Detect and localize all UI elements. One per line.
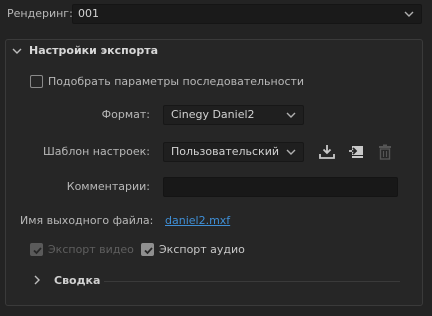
export-audio-checkbox[interactable] — [141, 243, 154, 256]
summary-divider — [104, 281, 400, 282]
import-preset-icon[interactable] — [347, 143, 365, 161]
summary-label[interactable]: Сводка — [54, 274, 100, 288]
format-dropdown-value: Cinegy Daniel2 — [171, 108, 255, 121]
format-label: Формат: — [101, 108, 150, 121]
preset-dropdown-value: Пользовательский — [171, 145, 279, 158]
comments-input[interactable] — [163, 177, 398, 197]
export-settings-title: Настройки экспорта — [29, 44, 159, 57]
delete-preset-icon — [376, 143, 394, 161]
render-select-value: 001 — [78, 7, 99, 20]
chevron-down-icon — [285, 146, 297, 161]
comments-label: Комментарии: — [66, 180, 150, 193]
preset-dropdown[interactable]: Пользовательский — [163, 142, 304, 162]
export-audio-label: Экспорт аудио — [159, 243, 245, 256]
export-settings-window: Рендеринг: 001 Настройки экспорта Подобр… — [0, 0, 432, 316]
preset-label: Шаблон настроек: — [43, 145, 150, 158]
export-video-checkbox[interactable] — [30, 243, 43, 256]
chevron-down-icon — [403, 8, 415, 23]
match-sequence-label: Подобрать параметры последовательности — [48, 75, 305, 88]
export-video-label: Экспорт видео — [48, 243, 134, 256]
format-dropdown[interactable]: Cinegy Daniel2 — [163, 105, 304, 125]
chevron-down-icon — [285, 109, 297, 124]
match-sequence-checkbox[interactable] — [30, 75, 43, 88]
collapse-chevron-icon[interactable] — [10, 44, 24, 61]
output-name-link[interactable]: daniel2.mxf — [165, 214, 230, 228]
chevron-right-icon[interactable] — [31, 274, 43, 289]
render-label: Рендеринг: — [7, 7, 73, 20]
save-preset-icon[interactable] — [318, 143, 336, 161]
output-name-label: Имя выходного файла: — [20, 214, 154, 227]
render-select[interactable]: 001 — [72, 4, 422, 24]
